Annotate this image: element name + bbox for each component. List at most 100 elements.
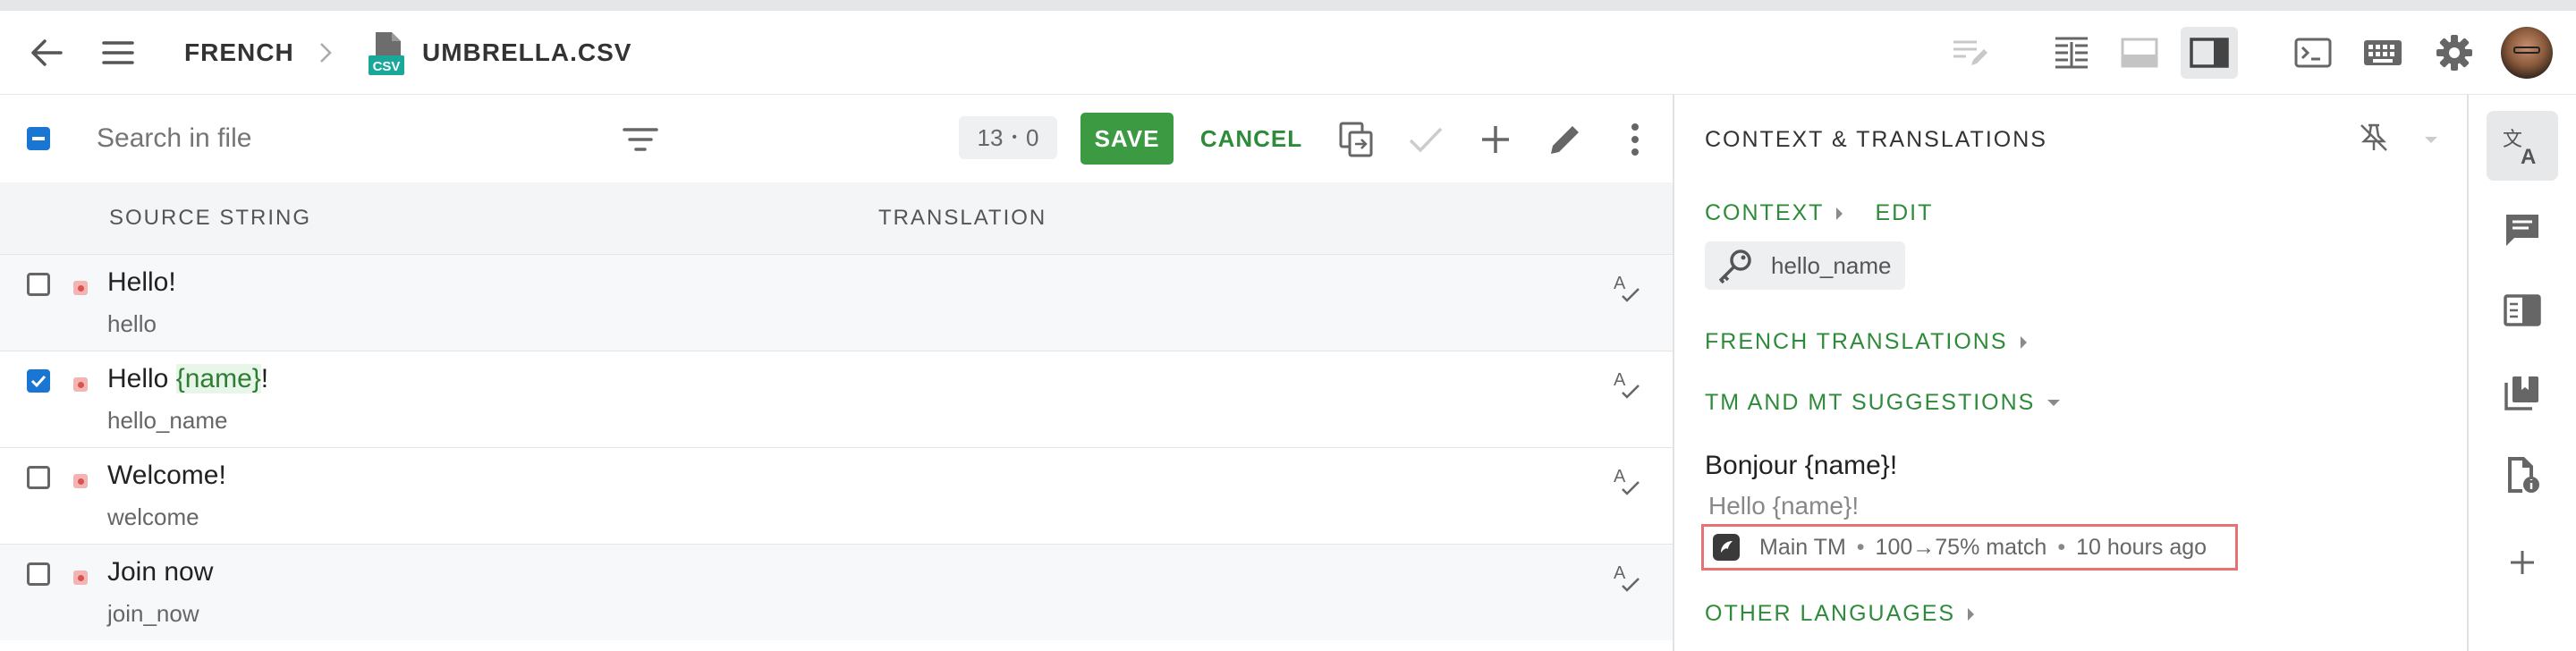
table-layout-icon[interactable] xyxy=(2043,27,2100,79)
untranslated-status-icon xyxy=(73,474,88,488)
menu-icon[interactable] xyxy=(98,35,138,71)
terminal-icon[interactable] xyxy=(2284,27,2342,79)
spellcheck-icon[interactable]: A xyxy=(1610,271,1642,303)
spellcheck-icon[interactable]: A xyxy=(1610,368,1642,400)
other-languages-header[interactable]: OTHER LANGUAGES xyxy=(1705,601,1975,627)
panel-title: CONTEXT & TRANSLATIONS xyxy=(1705,127,2047,152)
col-source-header: SOURCE STRING xyxy=(109,206,312,230)
string-key: welcome xyxy=(107,503,199,530)
string-key: hello xyxy=(107,310,157,337)
edit-note-icon[interactable] xyxy=(1941,27,1998,79)
source-string: Hello {name}! xyxy=(107,364,268,394)
translate-icon[interactable]: 文A xyxy=(2487,111,2558,181)
side-panel-layout-icon[interactable] xyxy=(2181,27,2238,79)
row-checkbox[interactable] xyxy=(27,369,50,393)
edit-pencil-icon[interactable] xyxy=(1544,118,1587,161)
tm-name: Main TM xyxy=(1759,534,1846,560)
spellcheck-icon[interactable]: A xyxy=(1610,561,1642,593)
glossary-icon[interactable] xyxy=(2487,275,2558,345)
context-section-header[interactable]: CONTEXT EDIT xyxy=(1705,200,1933,226)
cancel-button[interactable]: CANCEL xyxy=(1195,113,1308,165)
copy-source-icon[interactable] xyxy=(1335,118,1377,161)
context-label[interactable]: CONTEXT xyxy=(1705,200,1824,226)
arrow-back-icon[interactable] xyxy=(27,35,66,71)
editor-toolbar: 13 • 0 SAVE CANCEL xyxy=(0,95,1673,182)
bottom-panel-layout-icon[interactable] xyxy=(2111,27,2168,79)
table-row[interactable]: Hello! hello A xyxy=(0,254,1673,351)
caret-right-icon xyxy=(1968,607,1975,621)
panel-dropdown-icon[interactable] xyxy=(2422,131,2440,148)
match-percentage: 100→75% match xyxy=(1875,534,2047,560)
source-string: Welcome! xyxy=(107,461,226,490)
table-row[interactable]: Join now join_now A xyxy=(0,544,1673,640)
select-all-checkbox[interactable] xyxy=(27,127,50,150)
pin-off-icon[interactable] xyxy=(2356,120,2392,156)
spellcheck-icon[interactable]: A xyxy=(1610,464,1642,496)
svg-text:A: A xyxy=(1614,274,1626,293)
svg-text:文: 文 xyxy=(2503,129,2522,151)
other-languages-label[interactable]: OTHER LANGUAGES xyxy=(1705,601,1955,627)
source-text-post: ! xyxy=(260,364,269,393)
untranslated-status-icon xyxy=(73,571,88,585)
breadcrumb-language[interactable]: FRENCH xyxy=(184,11,294,95)
context-key-text: hello_name xyxy=(1771,251,1892,279)
comments-icon[interactable] xyxy=(2487,195,2558,265)
suggestion-meta-highlight: Main TM • 100→75% match • 10 hours ago xyxy=(1701,524,2238,571)
window-top-strip xyxy=(0,0,2576,11)
add-panel-icon[interactable] xyxy=(2487,528,2558,597)
add-icon[interactable] xyxy=(1474,118,1517,161)
filter-icon[interactable] xyxy=(619,118,662,161)
more-vert-icon[interactable] xyxy=(1614,118,1657,161)
library-books-icon[interactable] xyxy=(2487,358,2558,427)
breadcrumb-file[interactable]: UMBRELLA.CSV xyxy=(422,11,631,95)
tm-mt-label[interactable]: TM AND MT SUGGESTIONS xyxy=(1705,390,2035,416)
caret-right-icon xyxy=(2020,335,2027,349)
svg-text:A: A xyxy=(2521,145,2536,167)
suggestion-time: 10 hours ago xyxy=(2076,534,2207,560)
column-headers: SOURCE STRING TRANSLATION xyxy=(0,182,1673,254)
string-key: hello_name xyxy=(107,407,228,434)
keyboard-icon[interactable] xyxy=(2354,27,2411,79)
col-translation-header: TRANSLATION xyxy=(878,206,1047,230)
key-icon xyxy=(1718,249,1751,283)
french-translations-label[interactable]: FRENCH TRANSLATIONS xyxy=(1705,329,2008,355)
placeholder-token: {name} xyxy=(175,364,261,393)
separator-dot: • xyxy=(2057,534,2066,560)
context-key-chip: hello_name xyxy=(1705,241,1906,290)
tm-mt-suggestions-header[interactable]: TM AND MT SUGGESTIONS xyxy=(1705,390,2061,416)
right-sidebar: 文A xyxy=(2467,95,2576,651)
avatar[interactable] xyxy=(2501,27,2553,79)
svg-text:A: A xyxy=(1614,370,1626,390)
editor-pane: 13 • 0 SAVE CANCEL SOURCE STRING TRANSLA… xyxy=(0,95,1673,651)
row-checkbox[interactable] xyxy=(27,562,50,586)
counter-right: 0 xyxy=(1026,123,1039,151)
row-checkbox[interactable] xyxy=(27,273,50,296)
settings-icon[interactable] xyxy=(2426,27,2483,79)
svg-text:A: A xyxy=(1614,467,1626,486)
save-button[interactable]: SAVE xyxy=(1080,113,1174,165)
source-text-pre: Hello xyxy=(107,364,176,393)
context-panel: CONTEXT & TRANSLATIONS CONTEXT EDIT hell… xyxy=(1673,95,2467,651)
approve-check-icon[interactable] xyxy=(1404,118,1447,161)
suggestion-text[interactable]: Bonjour {name}! xyxy=(1705,451,1897,481)
csv-file-icon: CSV xyxy=(367,30,410,77)
untranslated-status-icon xyxy=(73,281,88,295)
file-info-icon[interactable] xyxy=(2487,440,2558,510)
source-string: Join now xyxy=(107,557,214,587)
caret-right-icon xyxy=(1836,207,1843,220)
search-input[interactable] xyxy=(97,118,589,159)
tm-logo-icon xyxy=(1713,534,1740,561)
csv-badge-text: CSV xyxy=(373,59,401,74)
french-translations-header[interactable]: FRENCH TRANSLATIONS xyxy=(1705,329,2027,355)
chevron-right-icon xyxy=(315,39,336,66)
counter-left: 13 xyxy=(977,123,1004,151)
context-edit-link[interactable]: EDIT xyxy=(1875,200,1933,226)
suggestion-source: Hello {name}! xyxy=(1708,492,1860,520)
table-row[interactable]: Welcome! welcome A xyxy=(0,447,1673,544)
string-key: join_now xyxy=(107,600,199,627)
table-row[interactable]: Hello {name}! hello_name A xyxy=(0,351,1673,447)
caret-down-icon xyxy=(2047,400,2061,406)
svg-text:A: A xyxy=(1614,563,1626,583)
separator-dot: • xyxy=(1856,534,1865,560)
row-checkbox[interactable] xyxy=(27,466,50,489)
